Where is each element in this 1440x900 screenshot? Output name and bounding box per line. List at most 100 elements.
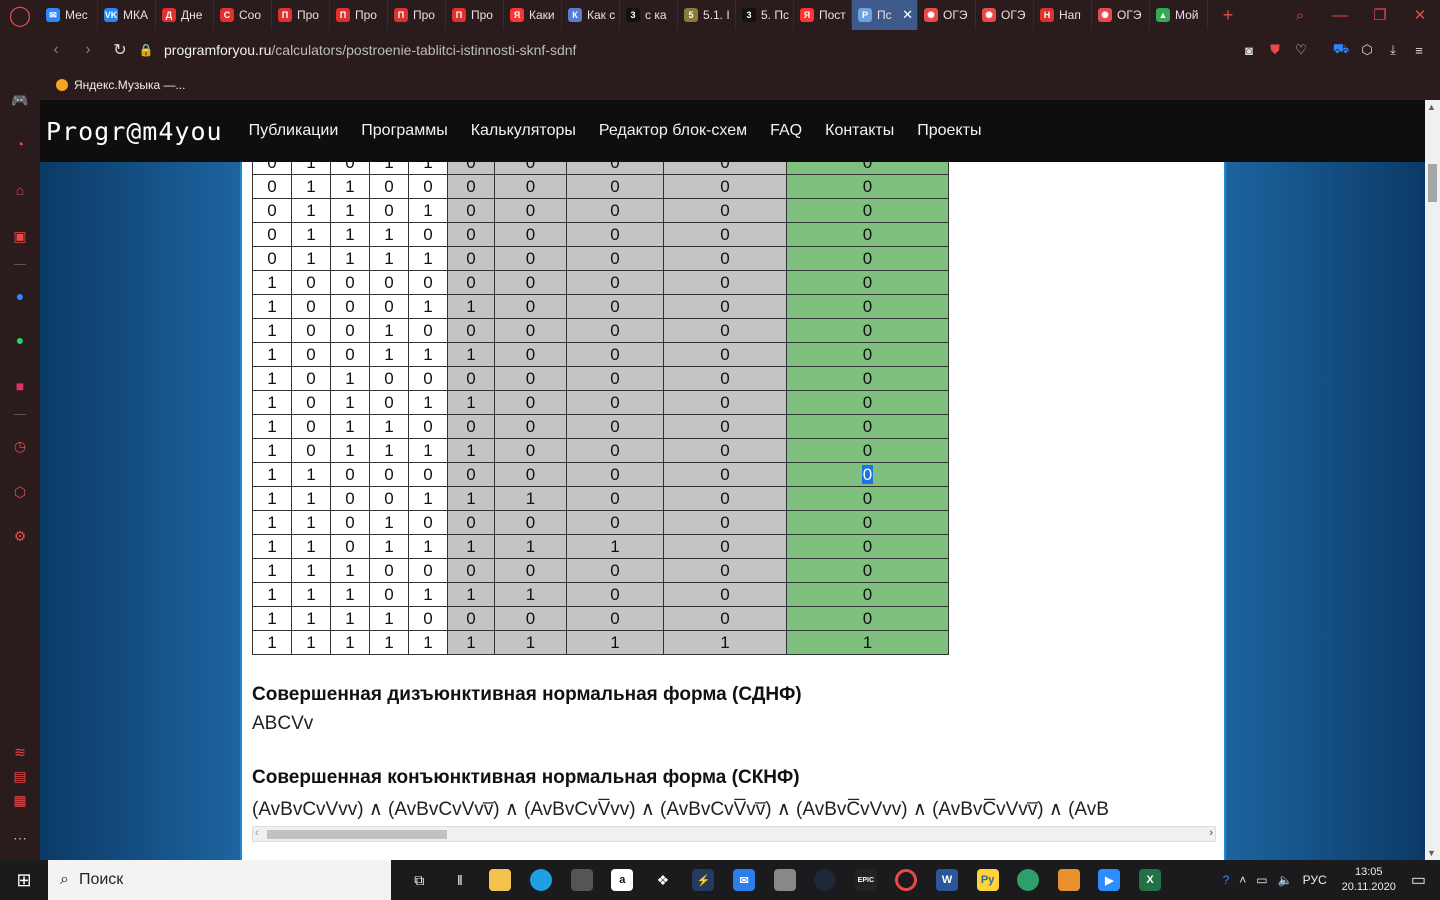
browser-tab[interactable]: Я Пост: [794, 0, 852, 30]
table-cell: 0: [786, 246, 949, 271]
browser-tab[interactable]: 5 5.1. І: [678, 0, 736, 30]
edge-icon[interactable]: [521, 860, 562, 900]
download-icon[interactable]: ⤓: [1380, 42, 1406, 58]
browser-tab[interactable]: Д Дне: [156, 0, 214, 30]
whatsapp-icon[interactable]: ●: [10, 330, 30, 350]
bookmark-yandex-music[interactable]: Яндекс.Музыка —...: [74, 78, 185, 92]
browser-tab[interactable]: Н Нап: [1034, 0, 1092, 30]
task-view-icon[interactable]: ⧉: [399, 860, 440, 900]
browser-tab[interactable]: ✺ ОГЭ: [918, 0, 976, 30]
heart-icon[interactable]: ♡: [1288, 42, 1314, 58]
browser-tab[interactable]: ✉ Мес: [40, 0, 98, 30]
mail-icon[interactable]: ✉: [724, 860, 765, 900]
file-explorer-icon[interactable]: [480, 860, 521, 900]
nav-item[interactable]: FAQ: [770, 122, 802, 140]
gamepad-icon[interactable]: 🎮: [10, 90, 30, 110]
minimize-button[interactable]: —: [1320, 7, 1360, 24]
excel-icon[interactable]: X: [1130, 860, 1171, 900]
cart-icon[interactable]: ⛟: [1328, 41, 1354, 59]
page-scrollbar[interactable]: ▲ ▼: [1425, 100, 1440, 860]
store-icon[interactable]: [561, 860, 602, 900]
help-icon[interactable]: ?: [1218, 873, 1235, 887]
back-button[interactable]: ‹: [40, 41, 72, 59]
table-cell: 0: [330, 462, 370, 487]
browser-tab[interactable]: К Как с: [562, 0, 620, 30]
browser-tab[interactable]: 3 5. Пс: [736, 0, 794, 30]
browser-tab[interactable]: ✺ ОГЭ: [976, 0, 1034, 30]
wifi-icon[interactable]: ≋: [10, 742, 30, 762]
dropbox-icon[interactable]: ❖: [643, 860, 684, 900]
nav-item[interactable]: Программы: [361, 122, 447, 140]
zoom-icon[interactable]: ▶: [1089, 860, 1130, 900]
steam-icon[interactable]: [805, 860, 846, 900]
page-scroll-thumb[interactable]: [1428, 164, 1437, 202]
scroll-up-icon[interactable]: ▲: [1427, 102, 1436, 112]
camera-icon[interactable]: ◙: [1236, 43, 1262, 58]
browser-tab[interactable]: П Про: [388, 0, 446, 30]
site-logo[interactable]: Progr@m4you: [46, 117, 223, 146]
messenger-icon[interactable]: ●: [10, 286, 30, 306]
app-icon[interactable]: ⚡: [683, 860, 724, 900]
nav-item[interactable]: Калькуляторы: [471, 122, 576, 140]
forward-button[interactable]: ›: [72, 41, 104, 59]
adblock-icon[interactable]: ⛊: [1262, 42, 1288, 58]
word-icon[interactable]: W: [927, 860, 968, 900]
search-tabs-icon[interactable]: ⌕: [1280, 7, 1320, 24]
storage-icon[interactable]: ▤: [10, 766, 30, 786]
browser-tab[interactable]: П Про: [446, 0, 504, 30]
taskbar-search[interactable]: ⌕ Поиск: [48, 860, 391, 900]
nav-item[interactable]: Редактор блок-схем: [599, 122, 747, 140]
volume-icon[interactable]: 🔈: [1273, 873, 1298, 887]
box-icon[interactable]: ⬡: [10, 482, 30, 502]
menu-icon[interactable]: ≡: [1406, 43, 1432, 58]
settings-icon[interactable]: ⚙: [10, 526, 30, 546]
history-icon[interactable]: ◷: [10, 436, 30, 456]
twitch-icon[interactable]: ▣: [10, 226, 30, 246]
speed-dial-icon[interactable]: ◔: [10, 134, 30, 154]
more-icon[interactable]: ⋯: [10, 828, 30, 848]
nav-item[interactable]: Публикации: [249, 122, 339, 140]
browser-tab[interactable]: С Соо: [214, 0, 272, 30]
horizontal-scroll-thumb[interactable]: [267, 830, 447, 839]
language-indicator[interactable]: РУС: [1298, 873, 1332, 887]
new-tab-button[interactable]: +: [1208, 5, 1248, 26]
opera-icon[interactable]: [886, 860, 927, 900]
python-icon[interactable]: Py: [967, 860, 1008, 900]
epic-games-icon[interactable]: EPIC: [846, 860, 887, 900]
browser-tab[interactable]: П Про: [272, 0, 330, 30]
table-cell: 0: [408, 462, 448, 487]
lock-icon[interactable]: 🔒: [136, 43, 156, 57]
scroll-right-icon[interactable]: ›: [1209, 827, 1213, 839]
browser-tab[interactable]: 3 с ка: [620, 0, 678, 30]
browser-tab[interactable]: ▲ Мой: [1150, 0, 1208, 30]
media-icon[interactable]: [1049, 860, 1090, 900]
app-green-icon[interactable]: [1008, 860, 1049, 900]
cube-icon[interactable]: ⬡: [1354, 42, 1380, 58]
clock[interactable]: 13:05 20.11.2020: [1332, 865, 1406, 895]
notifications-icon[interactable]: ▭: [1406, 870, 1440, 890]
windows-start-icon[interactable]: ⊞: [0, 860, 48, 900]
browser-tab[interactable]: ✺ ОГЭ: [1092, 0, 1150, 30]
shopping-icon[interactable]: ⌂: [10, 180, 30, 200]
restore-button[interactable]: ❐: [1360, 6, 1400, 24]
opera-menu-icon[interactable]: ◯: [0, 0, 40, 30]
url-field[interactable]: programforyou.ru/calculators/postroenie-…: [164, 42, 576, 58]
amazon-icon[interactable]: a: [602, 860, 643, 900]
network-icon[interactable]: ▭: [1251, 873, 1272, 887]
browser-tab[interactable]: P Пс ✕: [852, 0, 918, 30]
show-hidden-icon[interactable]: ˄: [1234, 873, 1251, 887]
nav-item[interactable]: Контакты: [825, 122, 894, 140]
ram-icon[interactable]: ▦: [10, 790, 30, 810]
scroll-left-icon[interactable]: ‹: [255, 827, 259, 839]
scroll-down-icon[interactable]: ▼: [1427, 848, 1436, 858]
game-icon[interactable]: [764, 860, 805, 900]
close-tab-icon[interactable]: ✕: [902, 7, 913, 23]
browser-tab[interactable]: П Про: [330, 0, 388, 30]
browser-tab[interactable]: VK МКА: [98, 0, 156, 30]
browser-tab[interactable]: Я Каки: [504, 0, 562, 30]
reload-button[interactable]: ↻: [104, 40, 136, 60]
horizontal-scrollbar[interactable]: ‹ ›: [252, 826, 1216, 842]
nav-item[interactable]: Проекты: [917, 122, 981, 140]
close-window-button[interactable]: ✕: [1400, 6, 1440, 24]
instagram-icon[interactable]: ■: [10, 376, 30, 396]
